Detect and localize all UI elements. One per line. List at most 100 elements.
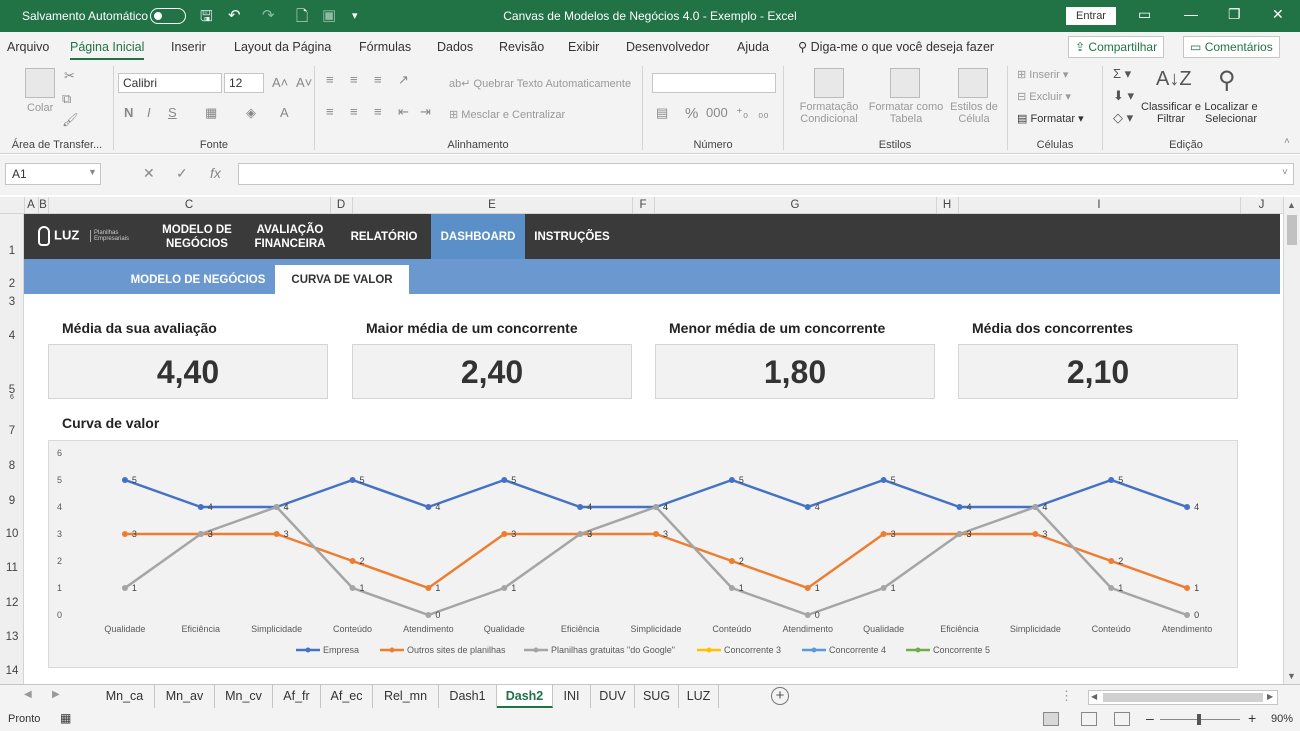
fill-icon[interactable]: ⬇ ▾ [1113, 88, 1134, 104]
scroll-right-icon[interactable]: ▶ [1267, 692, 1273, 701]
tab-ajuda[interactable]: Ajuda [737, 40, 769, 54]
sheet-tab-af_fr[interactable]: Af_fr [273, 685, 321, 708]
col-header-f[interactable]: F [632, 199, 654, 211]
tab-exibir[interactable]: Exibir [568, 40, 599, 54]
font-size-select[interactable]: 12 [224, 73, 264, 93]
nav-modelo-negocios[interactable]: MODELO DE NEGÓCIOS [154, 214, 240, 259]
col-header-c[interactable]: C [48, 199, 330, 211]
font-color-icon[interactable]: A [280, 105, 289, 120]
tab-formulas[interactable]: Fórmulas [359, 40, 411, 54]
prev-sheet-icon[interactable]: ◀ [24, 689, 32, 700]
tab-arquivo[interactable]: Arquivo [7, 40, 49, 54]
tab-inserir[interactable]: Inserir [171, 40, 206, 54]
col-header-e[interactable]: E [352, 199, 632, 211]
add-sheet-icon[interactable]: + [771, 687, 789, 705]
row-header[interactable]: 12 [0, 597, 24, 609]
percent-icon[interactable]: % [685, 105, 698, 122]
row-header[interactable]: 3 [0, 296, 24, 308]
subnav-curva-valor[interactable]: CURVA DE VALOR [275, 265, 409, 294]
cell-styles-icon[interactable] [958, 68, 988, 98]
comments-button[interactable]: ▭ Comentários [1183, 36, 1280, 58]
sheet-tab-dash2[interactable]: Dash2 [497, 685, 553, 708]
conditional-format-label[interactable]: Formatação Condicional [793, 101, 865, 125]
row-header[interactable]: 2 [0, 278, 24, 290]
zoom-level[interactable]: 90% [1271, 713, 1293, 725]
col-header-j[interactable]: J [1240, 199, 1283, 211]
row-header[interactable]: 8 [0, 460, 24, 472]
increase-font-icon[interactable]: A˄ [272, 75, 288, 90]
col-header-d[interactable]: D [330, 199, 352, 211]
delete-cells-button[interactable]: ⊟ Excluir ▾ [1017, 90, 1071, 103]
align-left-icon[interactable]: ≡ [326, 104, 334, 119]
formula-input[interactable] [238, 163, 1294, 185]
next-sheet-icon[interactable]: ▶ [52, 689, 60, 700]
expand-formula-icon[interactable]: ˅ [1282, 167, 1288, 178]
tab-split-icon[interactable]: ⋮ [1060, 688, 1073, 704]
font-name-select[interactable]: Calibri [118, 73, 222, 93]
format-table-icon[interactable] [890, 68, 920, 98]
name-box[interactable]: A1 [5, 163, 101, 185]
nav-dashboard[interactable]: DASHBOARD [431, 214, 525, 259]
fill-color-icon[interactable]: ◈ [246, 105, 256, 121]
cell-styles-label[interactable]: Estilos de Célula [946, 101, 1002, 125]
underline-icon[interactable]: S [168, 105, 177, 120]
align-center-icon[interactable]: ≡ [350, 104, 358, 119]
minimize-icon[interactable]: — [1184, 6, 1198, 22]
insert-function-icon[interactable]: fx [210, 165, 221, 181]
normal-view-icon[interactable] [1043, 712, 1059, 726]
col-header-g[interactable]: G [654, 199, 936, 211]
align-top-icon[interactable]: ≡ [326, 72, 334, 87]
col-header-h[interactable]: H [936, 199, 958, 211]
zoom-in-icon[interactable]: + [1248, 710, 1256, 726]
macro-record-icon[interactable]: ▦ [60, 711, 71, 725]
row-header[interactable]: 11 [0, 562, 24, 574]
horizontal-scrollbar[interactable]: ◀ ▶ [1088, 690, 1278, 705]
sheet-tab-mn_ca[interactable]: Mn_ca [95, 685, 155, 708]
italic-icon[interactable]: I [147, 105, 151, 120]
ribbon-display-icon[interactable]: ▭ [1138, 6, 1151, 23]
worksheet[interactable]: LUZ Planilhas Empresariais MODELO DE NEG… [24, 214, 1280, 684]
row-header[interactable]: 4 [0, 330, 24, 342]
sheet-tab-ini[interactable]: INI [553, 685, 591, 708]
insert-cells-button[interactable]: ⊞ Inserir ▾ [1017, 68, 1068, 81]
sort-filter-icon[interactable]: A↓Z [1156, 68, 1192, 91]
subnav-modelo-negocios[interactable]: MODELO DE NEGÓCIOS [122, 265, 274, 294]
autosum-icon[interactable]: Σ ▾ [1113, 66, 1131, 82]
tell-me-box[interactable]: ⚲ Diga-me o que você deseja fazer [798, 39, 994, 54]
sheet-tab-af_ec[interactable]: Af_ec [321, 685, 373, 708]
outdent-icon[interactable]: ⇥ [420, 104, 431, 120]
sheet-tab-duv[interactable]: DUV [591, 685, 635, 708]
find-select-icon[interactable]: ⚲ [1218, 66, 1236, 95]
number-format-select[interactable] [652, 73, 776, 93]
scroll-up-icon[interactable]: ▲ [1287, 200, 1296, 210]
clear-icon[interactable]: ◇ ▾ [1113, 110, 1133, 126]
decrease-font-icon[interactable]: A˅ [296, 75, 312, 90]
scroll-thumb[interactable] [1287, 215, 1297, 245]
restore-icon[interactable]: ❐ [1228, 6, 1241, 23]
sheet-tab-sug[interactable]: SUG [635, 685, 679, 708]
page-layout-view-icon[interactable] [1081, 712, 1097, 726]
row-header[interactable]: 1 [0, 245, 24, 257]
col-header-a[interactable]: A [24, 199, 38, 211]
indent-icon[interactable]: ⇤ [398, 104, 409, 120]
sheet-tab-luz[interactable]: LUZ [679, 685, 719, 708]
confirm-entry-icon[interactable]: ✓ [176, 165, 188, 182]
sort-filter-label[interactable]: Classificar e Filtrar [1140, 101, 1202, 125]
sheet-tab-mn_av[interactable]: Mn_av [155, 685, 215, 708]
col-header-i[interactable]: I [958, 199, 1240, 211]
row-header[interactable]: 13 [0, 631, 24, 643]
nav-avaliacao-financeira[interactable]: AVALIAÇÃO FINANCEIRA [246, 214, 334, 259]
align-right-icon[interactable]: ≡ [374, 104, 382, 119]
align-bottom-icon[interactable]: ≡ [374, 72, 382, 87]
tab-desenvolvedor[interactable]: Desenvolvedor [626, 40, 709, 54]
sheet-tab-dash1[interactable]: Dash1 [439, 685, 497, 708]
nav-relatorio[interactable]: RELATÓRIO [342, 214, 426, 259]
conditional-format-icon[interactable] [814, 68, 844, 98]
format-table-label[interactable]: Formatar como Tabela [866, 101, 946, 125]
hscroll-thumb[interactable] [1103, 693, 1263, 702]
copy-icon[interactable]: ⧉ [62, 91, 71, 107]
increase-decimal-icon[interactable]: ⁺₀ [736, 105, 748, 121]
row-header[interactable]: 14 [0, 665, 24, 677]
cut-icon[interactable]: ✂ [64, 68, 75, 84]
orientation-icon[interactable]: ↗ [398, 72, 409, 88]
